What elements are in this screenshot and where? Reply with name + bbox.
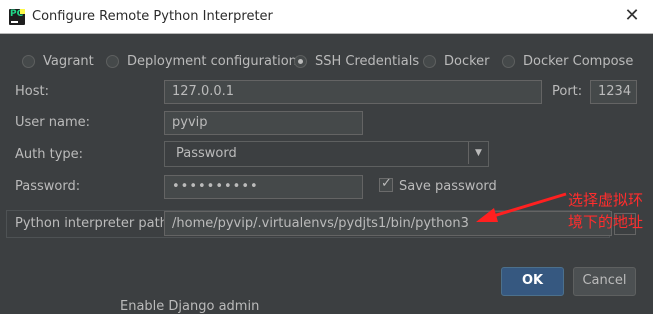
- password-input[interactable]: ••••••••••: [164, 175, 363, 199]
- radio-circle-selected: [294, 54, 307, 68]
- radio-circle: [423, 54, 436, 68]
- username-label: User name:: [15, 115, 91, 130]
- port-label: Port:: [552, 84, 583, 99]
- save-password-checkbox[interactable]: ✓: [379, 176, 393, 192]
- radio-circle: [502, 54, 515, 68]
- radio-circle: [106, 54, 119, 68]
- checkmark-icon: ✓: [381, 176, 392, 191]
- radio-vagrant[interactable]: Vagrant: [22, 52, 94, 70]
- auth-type-label: Auth type:: [15, 147, 84, 162]
- host-input[interactable]: 127.0.0.1: [164, 80, 542, 104]
- auth-type-value: Password: [176, 146, 237, 161]
- background-window-text: Enable Django admin: [120, 299, 260, 314]
- radio-label: SSH Credentials: [315, 53, 420, 69]
- radio-label: Docker Compose: [523, 53, 634, 69]
- username-input[interactable]: pyvip: [164, 111, 363, 135]
- cancel-button[interactable]: Cancel: [573, 267, 636, 296]
- radio-label: Deployment configuration: [127, 53, 297, 69]
- host-label: Host:: [15, 84, 49, 99]
- close-icon[interactable]: ✕: [623, 7, 641, 25]
- radio-ssh-credentials[interactable]: SSH Credentials: [294, 52, 419, 70]
- chevron-down-icon[interactable]: ▼: [468, 142, 488, 164]
- ok-button[interactable]: OK: [501, 267, 564, 296]
- pycharm-icon: PC: [9, 9, 25, 25]
- radio-docker[interactable]: Docker: [423, 52, 490, 70]
- radio-label: Docker: [444, 53, 490, 69]
- radio-circle: [22, 54, 35, 68]
- radio-docker-compose[interactable]: Docker Compose: [502, 52, 633, 70]
- interpreter-path-label: Python interpreter path:: [15, 216, 173, 231]
- radio-deployment-configuration[interactable]: Deployment configuration: [106, 52, 297, 70]
- auth-type-select[interactable]: Password ▼: [164, 141, 489, 167]
- title-bar: PC Configure Remote Python Interpreter ✕: [0, 0, 653, 34]
- radio-label: Vagrant: [43, 53, 94, 69]
- window-title: Configure Remote Python Interpreter: [32, 9, 273, 24]
- red-arrow-annotation: [476, 192, 567, 222]
- password-label: Password:: [15, 179, 81, 194]
- annotation-text: 选择虚拟环境下的地址: [568, 191, 644, 231]
- port-input[interactable]: 1234: [590, 80, 637, 104]
